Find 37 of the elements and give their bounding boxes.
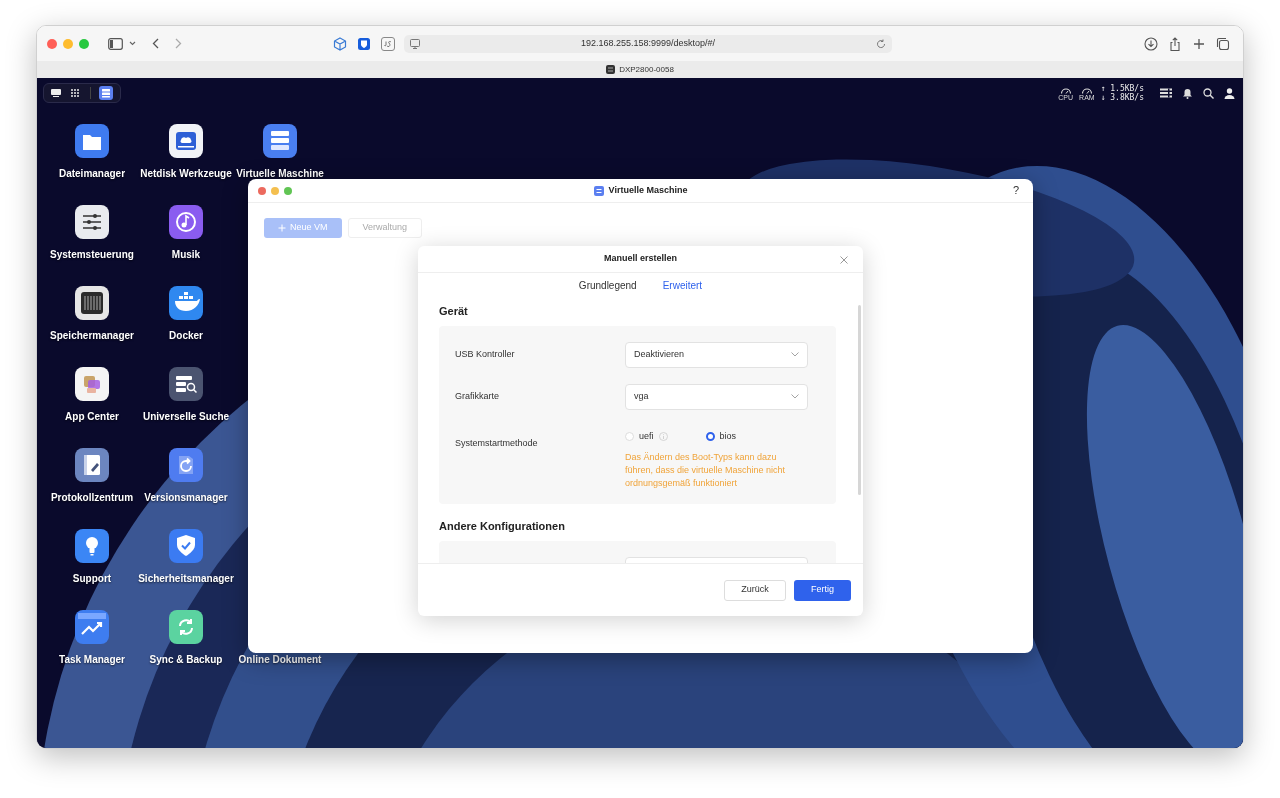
app-shortcut[interactable]: Speichermanager — [44, 286, 140, 341]
radio-label[interactable]: bios — [719, 429, 737, 443]
app-shortcut[interactable]: Systemsteuerung — [44, 205, 140, 260]
tab[interactable]: Grundlegend — [578, 278, 637, 298]
back-button[interactable]: Zurück — [724, 579, 786, 601]
section-title: Gerät — [439, 304, 469, 319]
select-field[interactable]: Deaktivieren — [625, 341, 808, 368]
url-text: 192.168.255.158:9999/desktop/#/ — [579, 36, 717, 50]
field-label: Systemstartmethode — [455, 437, 538, 448]
app-shortcut[interactable]: Dateimanager — [44, 124, 140, 179]
app-shortcut[interactable]: Netdisk Werkzeuge — [138, 124, 234, 179]
field-label: USB Kontroller — [455, 347, 515, 361]
app-shortcut[interactable]: Versionsmanager — [138, 448, 234, 503]
app-shortcut[interactable]: Sync & Backup — [138, 610, 234, 665]
app-shortcut[interactable]: Virtuelle Maschine — [232, 124, 328, 179]
browser-tab[interactable]: DXP2800-0058 — [602, 63, 678, 76]
address-bar[interactable]: 192.168.255.158:9999/desktop/#/ — [404, 34, 892, 53]
app-shortcut[interactable]: App Center — [44, 367, 140, 422]
app-shortcut[interactable]: Protokollzentrum — [44, 448, 140, 503]
select-field[interactable]: vga — [625, 383, 808, 410]
help-button[interactable]: ? — [1012, 182, 1019, 199]
upload-rate: ↑ 1.5KB/s — [1100, 84, 1144, 93]
app-shortcut[interactable]: Task Manager — [44, 610, 140, 665]
finish-button[interactable]: Fertig — [794, 579, 851, 601]
app-shortcut[interactable]: Universelle Suche — [138, 367, 234, 422]
dialog-title: Manuell erstellen — [604, 252, 677, 266]
radio-label[interactable]: uefi — [639, 429, 654, 443]
download-rate: ↓ 3.8KB/s — [1100, 93, 1144, 102]
tab[interactable]: Erweitert — [662, 278, 703, 298]
warning-text: Das Ändern des Boot-Typs kann dazu führen, dass die virtuelle Maschine nicht ordnungsgemäß funktioniert — [625, 451, 787, 490]
app-shortcut[interactable]: Sicherheitsmanager — [138, 529, 234, 584]
app-shortcut[interactable]: Musik — [138, 205, 234, 260]
app-shortcut[interactable]: Online Dokument — [232, 655, 328, 665]
app-shortcut[interactable]: Docker — [138, 286, 234, 341]
field-label: Grafikkarte — [455, 389, 499, 403]
section-title: Andere Konfigurationen — [439, 519, 566, 534]
window-title: Virtuelle Maschine — [608, 184, 688, 198]
